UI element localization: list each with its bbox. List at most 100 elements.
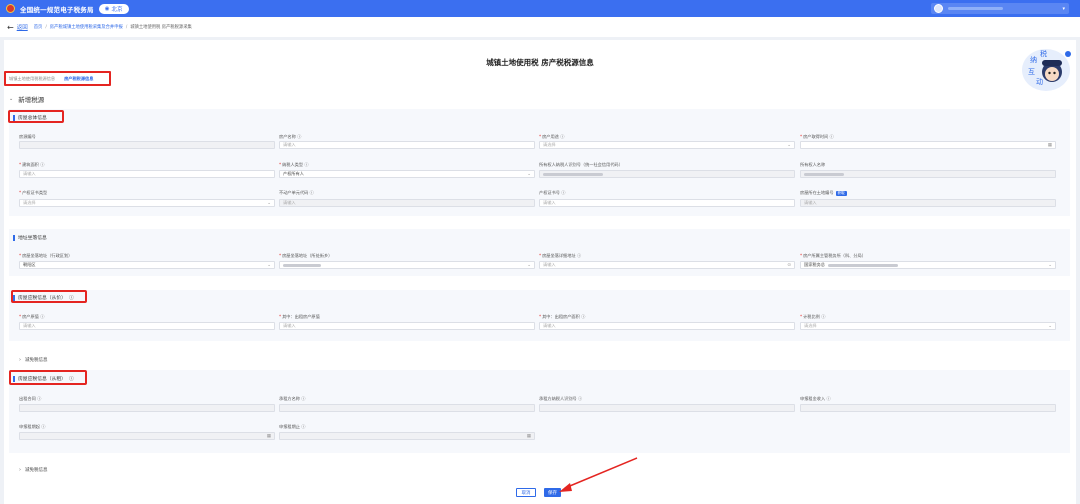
field-label: 不动产单元代码 ⓘ xyxy=(279,190,314,195)
breadcrumb-level2[interactable]: 房产税城镇土地使用税采集及合并申报 xyxy=(50,24,123,30)
help-icon[interactable]: ⓘ xyxy=(301,396,305,401)
tab-bar: 城镇土地使用税税源信息 房产税税源信息 xyxy=(4,71,111,86)
fetch-land-id-button[interactable]: 获取 xyxy=(835,191,847,196)
help-icon[interactable]: ⓘ xyxy=(37,396,41,401)
field-label: *产权证书类型 xyxy=(19,190,48,195)
user-name-blurred xyxy=(948,7,1003,10)
help-icon[interactable]: ⓘ xyxy=(69,294,74,301)
help-icon[interactable]: ⓘ xyxy=(826,396,830,401)
house-source-id-input[interactable] xyxy=(19,141,275,149)
help-icon[interactable]: ⓘ xyxy=(297,134,301,139)
field-label: 房源编号 xyxy=(19,134,36,139)
owner-tax-id-input[interactable] xyxy=(539,170,795,178)
section-new-tax-source[interactable]: ⌄ 新增税源 xyxy=(9,94,44,104)
breadcrumb-home[interactable]: 首页 xyxy=(34,24,43,30)
tax-ratio-select[interactable]: 请选择 ⌄ xyxy=(800,322,1056,330)
chevron-down-icon: ⌄ xyxy=(527,263,531,268)
help-icon[interactable]: ⓘ xyxy=(40,314,44,319)
field-label: 出租合同 ⓘ xyxy=(19,396,42,401)
land-id-input[interactable]: 请输入 xyxy=(800,199,1056,207)
rental-income-input[interactable] xyxy=(800,404,1056,412)
street-select[interactable]: ⌄ xyxy=(279,261,535,269)
group-title-building: 房屋总体信息 xyxy=(13,114,47,121)
city-selector[interactable]: ◉ 北京 xyxy=(98,3,129,14)
certificate-number-input[interactable]: 请输入 xyxy=(539,199,795,207)
field-label: *房屋坐落详细地址 ⓘ xyxy=(539,253,582,258)
help-icon[interactable]: ⓘ xyxy=(821,314,825,319)
help-icon[interactable]: ⓘ xyxy=(301,424,305,429)
lessee-name-input[interactable] xyxy=(279,404,535,412)
help-icon[interactable]: ⓘ xyxy=(830,134,834,139)
chevron-down-icon: ⌄ xyxy=(787,143,791,148)
lessee-tax-id-input[interactable] xyxy=(539,404,795,412)
breadcrumb: ← 返回 首页 / 房产税城镇土地使用税采集及合并申报 / 城镇土地使用税 房产… xyxy=(0,17,1080,37)
chevron-down-icon: ⌄ xyxy=(1048,324,1052,329)
property-use-select[interactable]: 请选择 ⌄ xyxy=(539,141,795,149)
help-icon[interactable]: ⓘ xyxy=(560,134,564,139)
chevron-right-icon: › xyxy=(19,467,21,473)
lease-end-date-picker[interactable]: ▦ xyxy=(279,432,535,440)
rental-contract-input[interactable] xyxy=(19,404,275,412)
svg-text:税: 税 xyxy=(1040,49,1047,58)
mascot-icon[interactable]: 纳 税 互 动 xyxy=(1018,46,1074,92)
lease-start-date-picker[interactable]: ▦ xyxy=(19,432,275,440)
field-label: *房产用途 ⓘ xyxy=(539,134,565,139)
original-value-input[interactable]: 请输入 xyxy=(19,322,275,330)
help-icon[interactable]: ⓘ xyxy=(581,314,585,319)
svg-text:纳: 纳 xyxy=(1030,55,1037,64)
rental-original-value-input[interactable]: 请输入 xyxy=(279,322,535,330)
certificate-type-select[interactable]: 请选择 ⌄ xyxy=(19,199,275,207)
location-pin-icon: ◉ xyxy=(104,5,110,12)
field-label: *其中：出租房产原值 xyxy=(279,314,320,319)
tax-office-select[interactable]: 国家税务总 ⌄ xyxy=(800,261,1056,269)
field-label: 申报租期起 ⓘ xyxy=(19,424,46,429)
help-icon[interactable]: ⓘ xyxy=(561,190,565,195)
field-label: *房产取得时间 ⓘ xyxy=(800,134,834,139)
detailed-address-input[interactable]: 请输入 ⊙ xyxy=(539,261,795,269)
field-label: *计税比例 ⓘ xyxy=(800,314,826,319)
avatar xyxy=(934,4,943,13)
field-label: 承租方纳税人识别号 ⓘ xyxy=(539,396,583,401)
back-arrow-icon[interactable]: ← xyxy=(7,23,14,32)
district-select[interactable]: 朝阳区 ⌄ xyxy=(19,261,275,269)
group-title-ad-valorem: 房屋应税信息（从价） ⓘ xyxy=(13,294,74,301)
breadcrumb-current: 城镇土地使用税 房产税税源采集 xyxy=(130,25,192,30)
svg-text:互: 互 xyxy=(1028,68,1035,76)
taxpayer-type-select[interactable]: 产权所有人 ⌄ xyxy=(279,170,535,178)
user-menu[interactable]: ▾ xyxy=(931,3,1069,14)
cancel-button[interactable]: 取消 xyxy=(516,488,536,497)
field-label: *房屋坐落地址（所处街乡） xyxy=(279,253,333,258)
calendar-icon: ▦ xyxy=(1047,143,1052,148)
help-icon[interactable]: ⓘ xyxy=(578,396,582,401)
help-icon[interactable]: ⓘ xyxy=(40,162,44,167)
help-icon[interactable]: ⓘ xyxy=(577,253,581,258)
tab-land-tax-source[interactable]: 城镇土地使用税税源信息 xyxy=(9,76,55,82)
field-label: *纳税人类型 ⓘ xyxy=(279,162,309,167)
owner-name-input[interactable] xyxy=(800,170,1056,178)
acquire-date-picker[interactable]: ▦ xyxy=(800,141,1056,149)
location-icon[interactable]: ⊙ xyxy=(787,263,791,268)
help-icon[interactable]: ⓘ xyxy=(310,190,314,195)
tax-relief-toggle-2[interactable]: › 减免税信息 xyxy=(19,467,48,473)
group-title-rental: 房屋应税信息（从租） ⓘ xyxy=(13,375,74,382)
tab-property-tax-source[interactable]: 房产税税源信息 xyxy=(64,76,93,82)
back-link[interactable]: 返回 xyxy=(17,23,28,31)
tax-emblem-icon xyxy=(6,4,15,13)
help-icon[interactable]: ⓘ xyxy=(304,162,308,167)
chevron-down-icon: ⌄ xyxy=(267,201,271,206)
field-label: 申报租期止 ⓘ xyxy=(279,424,306,429)
blurred-value xyxy=(804,172,844,176)
property-name-input[interactable]: 请输入 xyxy=(279,141,535,149)
breadcrumb-separator: / xyxy=(45,24,47,30)
help-icon[interactable]: ⓘ xyxy=(69,375,74,382)
field-label: *房产原值 ⓘ xyxy=(19,314,45,319)
page-title: 城镇土地使用税 房产税税源信息 xyxy=(486,58,594,67)
field-label: 所有权人名称 xyxy=(800,162,826,167)
building-area-input[interactable]: 请输入 xyxy=(19,170,275,178)
tax-relief-toggle-1[interactable]: › 减免税信息 xyxy=(19,357,48,363)
field-label: 房产名称 ⓘ xyxy=(279,134,302,139)
rental-area-input[interactable]: 请输入 xyxy=(539,322,795,330)
help-icon[interactable]: ⓘ xyxy=(41,424,45,429)
field-label: *房屋坐落地址（行政区划） xyxy=(19,253,73,258)
real-estate-unit-code-input[interactable]: 请输入 xyxy=(279,199,535,207)
